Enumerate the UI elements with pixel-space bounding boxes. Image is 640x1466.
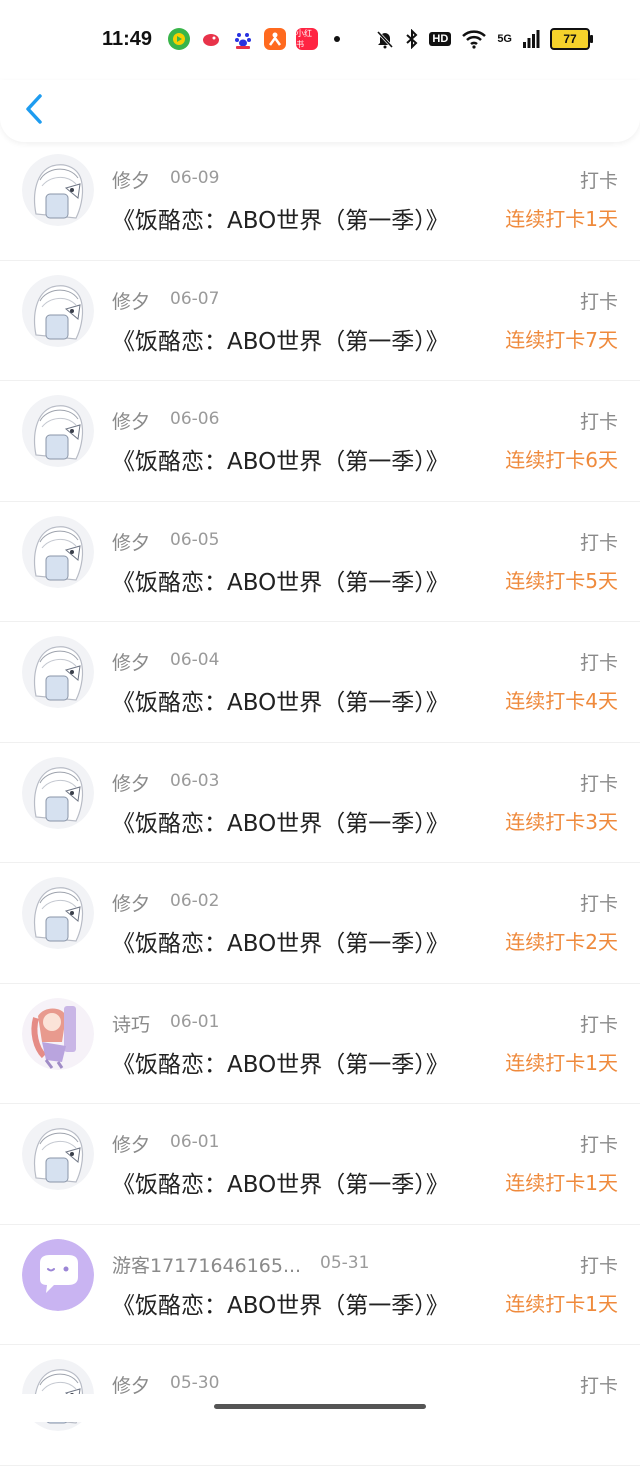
avatar[interactable] (22, 636, 94, 708)
username[interactable]: 修夕 (112, 1130, 150, 1157)
username[interactable]: 修夕 (112, 648, 150, 675)
checkin-date: 06-04 (170, 650, 220, 670)
streak-label: 连续打卡6天 (505, 448, 618, 472)
checkin-date: 06-01 (170, 1011, 220, 1032)
book-title[interactable]: 《饭酪恋：ABO世界（第一季）》 (112, 442, 449, 476)
list-item[interactable]: 修夕 06-09 《饭酪恋：ABO世界（第一季）》 打卡连续打卡1天 (0, 140, 640, 261)
cellular-signal-icon (523, 30, 540, 48)
checkin-type: 打卡 (579, 652, 618, 674)
book-title[interactable]: 《饭酪恋：ABO世界（第一季）》 (112, 804, 449, 838)
username[interactable]: 修夕 (112, 407, 150, 434)
checkin-type: 打卡 (579, 1013, 618, 1036)
list-item[interactable]: 修夕 06-05 《饭酪恋：ABO世界（第一季）》 打卡连续打卡5天 (0, 502, 640, 622)
username[interactable]: 修夕 (112, 166, 150, 193)
taobao-app-icon (264, 28, 286, 50)
streak-label: 连续打卡1天 (505, 1291, 618, 1316)
username[interactable]: 游客17171646165... (112, 1251, 301, 1278)
list-item[interactable]: 修夕 06-01 《饭酪恋：ABO世界（第一季）》 打卡连续打卡1天 (0, 1104, 640, 1225)
avatar[interactable] (22, 1118, 94, 1190)
avatar[interactable] (22, 997, 94, 1070)
checkin-type: 打卡 (579, 531, 618, 554)
book-title[interactable]: 《饭酪恋：ABO世界（第一季）》 (112, 1286, 449, 1320)
streak-label: 连续打卡3天 (505, 809, 618, 834)
username[interactable]: 修夕 (112, 528, 150, 555)
bird-app-icon (200, 28, 222, 50)
list-item[interactable]: 修夕 06-02 《饭酪恋：ABO世界（第一季）》 打卡连续打卡2天 (0, 863, 640, 984)
home-indicator[interactable] (214, 1404, 426, 1409)
avatar[interactable] (22, 395, 94, 467)
book-title[interactable]: 《饭酪恋：ABO世界（第一季）》 (112, 563, 449, 597)
status-bar: 11:49 小红书 HD 5G 77 (0, 0, 640, 80)
avatar[interactable] (22, 274, 94, 347)
avatar[interactable] (22, 154, 94, 226)
checkin-date: 06-07 (170, 288, 220, 309)
username[interactable]: 修夕 (112, 769, 150, 796)
avatar[interactable] (22, 1238, 94, 1311)
checkin-type: 打卡 (579, 772, 618, 795)
checkin-date: 06-03 (170, 770, 220, 791)
username[interactable]: 修夕 (112, 287, 150, 314)
list-item[interactable]: 修夕 06-07 《饭酪恋：ABO世界（第一季）》 打卡连续打卡7天 (0, 261, 640, 381)
back-button[interactable] (20, 92, 50, 126)
more-notifications-dot (334, 36, 340, 42)
streak-label: 连续打卡5天 (505, 568, 618, 593)
list-item[interactable]: 修夕 06-04 《饭酪恋：ABO世界（第一季）》 打卡连续打卡4天 (0, 622, 640, 743)
checkin-type: 打卡 (579, 290, 618, 313)
checkin-type: 打卡 (579, 411, 618, 433)
checkin-date: 06-05 (170, 529, 220, 550)
book-title[interactable]: 《饭酪恋：ABO世界（第一季）》 (112, 1045, 449, 1079)
book-title[interactable]: 《饭酪恋：ABO世界（第一季）》 (112, 924, 449, 958)
list-item[interactable]: 修夕 06-03 《饭酪恋：ABO世界（第一季）》 打卡连续打卡3天 (0, 743, 640, 863)
checkin-date: 06-09 (170, 168, 220, 188)
checkin-date: 05-30 (170, 1373, 220, 1393)
notification-icons: 小红书 (168, 28, 340, 50)
xiaohongshu-app-icon: 小红书 (296, 28, 318, 50)
streak-label: 连续打卡1天 (505, 1171, 618, 1195)
checkin-type: 打卡 (579, 1254, 618, 1277)
battery-indicator: 77 (550, 28, 593, 50)
checkin-list: 修夕 06-09 《饭酪恋：ABO世界（第一季）》 打卡 连续打卡1天 修夕 06-07 《饭… (0, 140, 640, 1466)
book-title[interactable]: 《饭酪恋：ABO世界（第一季）》 (112, 201, 449, 235)
streak-label: 连续打卡1天 (505, 207, 618, 231)
avatar[interactable] (22, 756, 94, 829)
status-time: 11:49 (102, 28, 153, 50)
streak-label: 连续打卡1天 (505, 1050, 618, 1075)
list-item[interactable]: 游客17171646165... 05-31 《饭酪恋：ABO世界（第一季）》 打卡连… (0, 1225, 640, 1345)
username[interactable]: 修夕 (112, 889, 150, 916)
bluetooth-icon (406, 29, 418, 49)
book-title[interactable]: 《饭酪恋：ABO世界（第一季）》 (112, 1165, 449, 1199)
signal-label: 5G (497, 33, 512, 45)
checkin-type: 打卡 (579, 170, 618, 192)
username[interactable]: 诗巧 (112, 1010, 150, 1037)
mute-bell-icon (377, 30, 394, 49)
list-item[interactable]: 诗巧 06-01 《饭酪恋：ABO世界（第一季）》 打卡连续打卡1天 (0, 984, 640, 1104)
chevron-left-icon (26, 94, 42, 124)
streak-label: 连续打卡2天 (505, 930, 618, 954)
system-icons: HD 5G 77 (375, 28, 593, 50)
list-item[interactable]: 修夕 06-06 《饭酪恋：ABO世界（第一季）》 打卡连续打卡6天 (0, 381, 640, 502)
hd-icon: HD (429, 32, 452, 46)
checkin-date: 06-06 (170, 409, 220, 429)
avatar[interactable] (22, 515, 94, 588)
checkin-type: 打卡 (579, 1134, 618, 1156)
top-nav-bar (0, 80, 640, 142)
checkin-date: 05-31 (320, 1252, 370, 1273)
checkin-type: 打卡 (579, 893, 618, 915)
music-app-icon (168, 28, 190, 50)
book-title[interactable]: 《饭酪恋：ABO世界（第一季）》 (112, 683, 449, 717)
book-title[interactable]: 《饭酪恋：ABO世界（第一季）》 (112, 322, 449, 356)
wifi-icon (462, 30, 487, 49)
checkin-date: 06-02 (170, 891, 220, 911)
streak-label: 连续打卡4天 (505, 689, 618, 713)
streak-label: 连续打卡7天 (505, 327, 618, 352)
avatar[interactable] (22, 877, 94, 949)
checkin-date: 06-01 (170, 1132, 220, 1152)
baidu-app-icon (232, 28, 254, 50)
